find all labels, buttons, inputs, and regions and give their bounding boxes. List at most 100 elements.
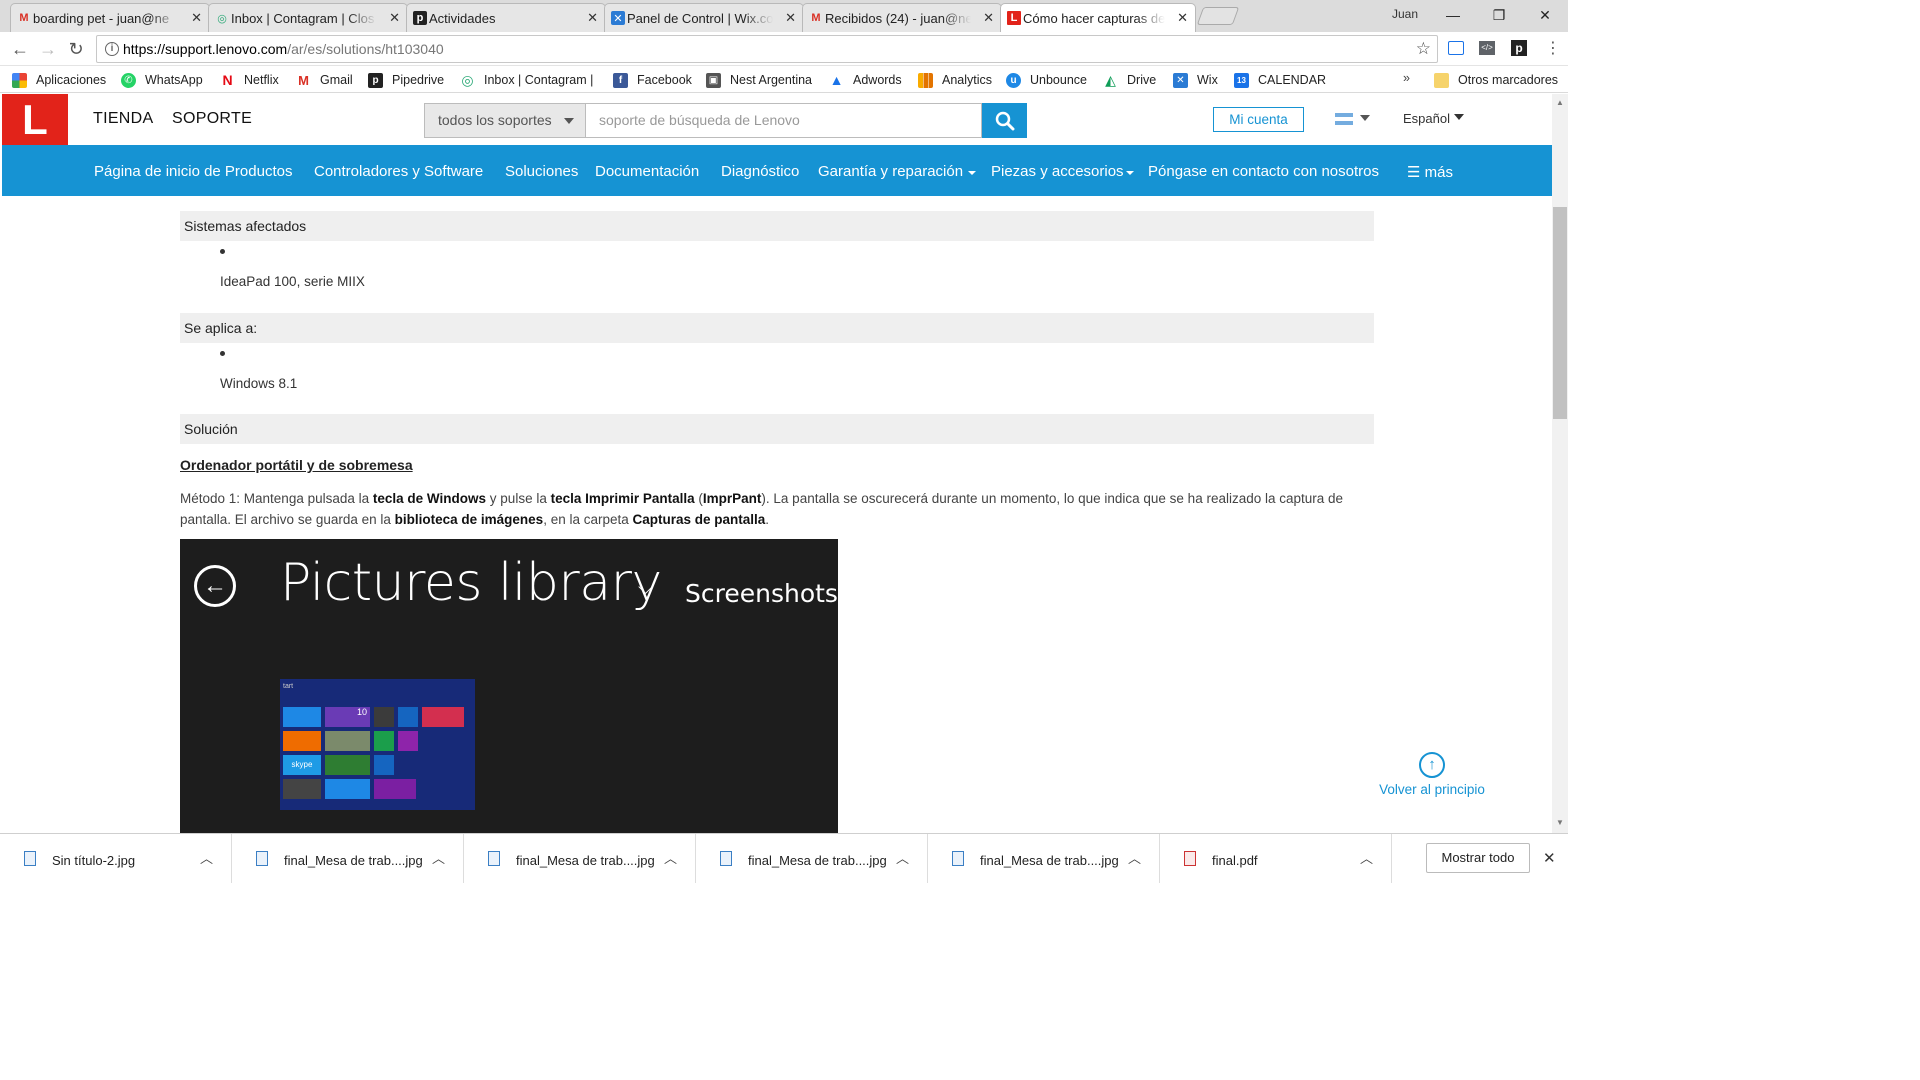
scroll-down-arrow-icon[interactable]: ▼ — [1556, 818, 1564, 827]
search-button[interactable] — [982, 103, 1027, 138]
download-item[interactable]: final_Mesa de trab....jpg ︿ — [232, 834, 464, 883]
bookmark-wix[interactable]: ✕ Wix — [1173, 70, 1218, 90]
download-item[interactable]: final_Mesa de trab....jpg ︿ — [928, 834, 1160, 883]
menu-kebab-icon[interactable]: ⋮ — [1545, 38, 1561, 58]
gmail-icon: M — [19, 12, 29, 24]
bookmark-label: Inbox | Contagram | — [484, 73, 594, 87]
chevron-up-icon[interactable]: ︿ — [1360, 848, 1373, 867]
close-tab-icon[interactable]: ✕ — [983, 10, 994, 26]
devtools-extension-icon[interactable]: </> — [1479, 41, 1495, 55]
nav-garantia[interactable]: Garantía y reparación — [818, 163, 963, 180]
new-tab-button[interactable] — [1196, 7, 1240, 25]
nav-documentacion[interactable]: Documentación — [595, 163, 699, 180]
search-scope-dropdown[interactable]: todos los soportes — [424, 103, 586, 138]
chevron-up-icon[interactable]: ︿ — [896, 848, 909, 867]
chevron-down-icon — [968, 171, 976, 175]
nav-productos[interactable]: Página de inicio de Productos — [94, 163, 292, 180]
download-item[interactable]: final_Mesa de trab....jpg ︿ — [464, 834, 696, 883]
download-item[interactable]: final_Mesa de trab....jpg ︿ — [696, 834, 928, 883]
close-window-icon[interactable]: ✕ — [1522, 7, 1568, 24]
chevron-up-icon[interactable]: ︿ — [200, 848, 213, 867]
nav-contacto[interactable]: Póngase en contacto con nosotros — [1148, 163, 1379, 180]
chevron-down-icon — [564, 118, 574, 124]
bookmark-nest-argentina[interactable]: ▣ Nest Argentina — [706, 70, 812, 90]
search-scope-value: todos los soportes — [438, 112, 552, 128]
close-tab-icon[interactable]: ✕ — [1177, 10, 1188, 26]
browser-tab-4[interactable]: ✕ Panel de Control | Wix.co ✕ — [604, 3, 804, 32]
close-tab-icon[interactable]: ✕ — [191, 10, 202, 26]
language-selector[interactable]: Español — [1403, 111, 1450, 126]
finance-tile — [325, 755, 370, 775]
minimize-icon[interactable]: — — [1430, 7, 1476, 23]
bookmark-gmail[interactable]: M Gmail — [296, 70, 353, 90]
browser-tab-6-active[interactable]: L Cómo hacer capturas de ✕ — [1000, 3, 1196, 32]
start-screen-thumbnail: tart 10 skype — [280, 679, 475, 810]
show-all-downloads-button[interactable]: Mostrar todo — [1426, 843, 1530, 873]
reload-icon[interactable]: ↻ — [64, 37, 88, 61]
bookmark-drive[interactable]: ◭ Drive — [1103, 70, 1156, 90]
bookmark-facebook[interactable]: f Facebook — [613, 70, 692, 90]
download-item[interactable]: final.pdf ︿ — [1160, 834, 1392, 883]
back-to-top-label: Volver al principio — [1379, 782, 1485, 797]
browser-tab-3[interactable]: p Actividades ✕ — [406, 3, 606, 32]
nav-soluciones[interactable]: Soluciones — [505, 163, 578, 180]
more-bookmarks-chevron[interactable]: » — [1403, 71, 1410, 85]
bookmark-aplicaciones[interactable]: Aplicaciones — [12, 70, 106, 90]
my-account-button[interactable]: Mi cuenta — [1213, 107, 1304, 132]
bookmark-contagram[interactable]: ◎ Inbox | Contagram | — [460, 70, 593, 90]
bookmark-label: Aplicaciones — [36, 73, 107, 87]
info-icon[interactable]: i — [105, 42, 119, 56]
forward-icon[interactable]: → — [36, 37, 60, 61]
screenshot-title: Pictures library — [280, 553, 662, 613]
extension-icon[interactable] — [1448, 41, 1464, 55]
bookmark-adwords[interactable]: ▲ Adwords — [829, 70, 902, 90]
close-tab-icon[interactable]: ✕ — [587, 10, 598, 26]
download-item[interactable]: Sin título-2.jpg ︿ — [0, 834, 232, 883]
profile-name[interactable]: Juan — [1392, 7, 1418, 21]
nav-piezas[interactable]: Piezas y accesorios — [991, 163, 1124, 180]
thumbnail-start-label: tart — [283, 683, 294, 690]
list-item: IdeaPad 100, serie MIIX — [220, 274, 365, 289]
search-input[interactable]: soporte de búsqueda de Lenovo — [586, 103, 982, 138]
apps-grid-icon — [12, 72, 27, 88]
bookmark-label: WhatsApp — [145, 73, 203, 87]
nav-mas[interactable]: ☰ más — [1407, 163, 1453, 181]
nav-soporte[interactable]: SOPORTE — [172, 110, 252, 128]
back-to-top-button[interactable]: ↑ Volver al principio — [1374, 752, 1490, 797]
address-bar[interactable]: i https://support.lenovo.com/ar/es/solut… — [96, 35, 1438, 63]
onedrive-tile — [374, 755, 394, 775]
argentina-flag-icon[interactable] — [1335, 113, 1353, 125]
bookmark-analytics[interactable]: Analytics — [918, 70, 992, 90]
chevron-down-icon[interactable] — [1454, 114, 1464, 120]
close-tab-icon[interactable]: ✕ — [785, 10, 796, 26]
bookmark-whatsapp[interactable]: ✆ WhatsApp — [121, 70, 203, 90]
chevron-up-icon[interactable]: ︿ — [432, 848, 445, 867]
netflix-icon: N — [222, 71, 233, 88]
download-filename: final_Mesa de trab....jpg — [980, 853, 1119, 868]
scroll-up-arrow-icon[interactable]: ▲ — [1556, 98, 1564, 107]
page-scrollbar[interactable]: ▲ ▼ — [1552, 94, 1568, 833]
chevron-up-icon[interactable]: ︿ — [1128, 848, 1141, 867]
nav-diagnostico[interactable]: Diagnóstico — [721, 163, 799, 180]
chevron-down-icon[interactable] — [1360, 115, 1370, 121]
browser-tab-1[interactable]: M boarding pet - juan@ne ✕ — [10, 3, 210, 32]
nav-controladores[interactable]: Controladores y Software — [314, 163, 483, 180]
scrollbar-thumb[interactable] — [1553, 207, 1567, 419]
bookmark-unbounce[interactable]: u Unbounce — [1006, 70, 1087, 90]
subheading-ordenador: Ordenador portátil y de sobremesa — [180, 457, 413, 473]
bookmark-netflix[interactable]: N Netflix — [220, 70, 278, 90]
back-icon[interactable]: ← — [8, 37, 32, 61]
bookmark-other[interactable]: Otros marcadores — [1434, 70, 1558, 90]
close-downloads-icon[interactable]: ✕ — [1543, 849, 1556, 867]
chevron-up-icon[interactable]: ︿ — [664, 848, 677, 867]
browser-tab-5[interactable]: M Recibidos (24) - juan@ne ✕ — [802, 3, 1002, 32]
close-tab-icon[interactable]: ✕ — [389, 10, 400, 26]
lenovo-logo[interactable]: L — [2, 94, 68, 145]
nav-tienda[interactable]: TIENDA — [93, 110, 153, 128]
star-bookmark-icon[interactable]: ☆ — [1416, 39, 1431, 59]
browser-tab-2[interactable]: ◎ Inbox | Contagram | Clos ✕ — [208, 3, 408, 32]
pipedrive-extension-icon[interactable]: p — [1511, 40, 1527, 56]
bookmark-pipedrive[interactable]: p Pipedrive — [368, 70, 444, 90]
bookmark-calendar[interactable]: 13 CALENDAR — [1234, 70, 1326, 90]
restore-icon[interactable]: ❐ — [1476, 7, 1522, 24]
